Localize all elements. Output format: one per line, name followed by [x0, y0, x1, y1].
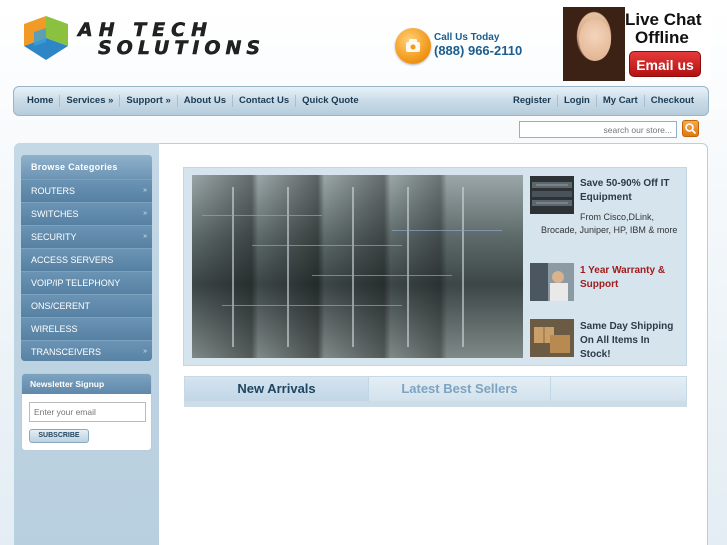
nav-my-cart[interactable]: My Cart — [597, 95, 645, 107]
email-us-button[interactable]: Email us — [629, 51, 701, 77]
nav-account: Register Login My Cart Checkout — [508, 87, 700, 115]
promo-title: Save 50-90% Off IT Equipment — [580, 178, 670, 203]
nav-register[interactable]: Register — [508, 95, 558, 107]
tab-new-arrivals[interactable]: New Arrivals — [185, 377, 368, 401]
promo-description: From Cisco,DLink, Brocade, Juniper, HP, … — [541, 212, 678, 235]
chevron-right-icon: » — [143, 233, 147, 240]
category-access-servers[interactable]: ACCESS SERVERS — [21, 248, 152, 271]
chevron-right-icon: » — [143, 348, 147, 355]
category-label: WIRELESS — [31, 324, 78, 334]
category-label: ACCESS SERVERS — [31, 255, 114, 265]
promo-title: Same Day Shipping On All Items In Stock! — [580, 321, 674, 360]
category-label: ROUTERS — [31, 186, 76, 196]
phone-number[interactable]: (888) 966-2110 — [434, 43, 522, 58]
categories-header: Browse Categories — [21, 155, 152, 179]
newsletter-email-input[interactable] — [29, 402, 146, 422]
logo-cube-icon — [24, 16, 68, 60]
promo-warranty[interactable]: 1 Year Warranty & Support — [528, 258, 685, 312]
category-label: SECURITY — [31, 232, 77, 242]
browse-categories: Browse Categories ROUTERS » SWITCHES » S… — [21, 155, 152, 361]
newsletter-signup: Newsletter Signup SUBSCRIBE — [21, 373, 152, 451]
subscribe-button[interactable]: SUBSCRIBE — [29, 429, 89, 443]
category-wireless[interactable]: WIRELESS — [21, 317, 152, 340]
category-routers[interactable]: ROUTERS » — [21, 179, 152, 202]
tab-latest-best-sellers[interactable]: Latest Best Sellers — [368, 377, 551, 401]
live-chat-widget[interactable]: Live Chat Offline Email us — [563, 7, 711, 81]
datacenter-photo[interactable] — [192, 175, 523, 358]
nav-support[interactable]: Support » — [120, 95, 178, 107]
site-logo[interactable]: AH TECH SOLUTIONS — [20, 12, 290, 64]
main-navbar: Home Services » Support » About Us Conta… — [13, 86, 709, 116]
category-label: VOIP/IP TELEPHONY — [31, 278, 121, 288]
technician-thumbnail — [530, 263, 574, 301]
phone-icon — [395, 28, 431, 64]
category-voip-telephony[interactable]: VOIP/IP TELEPHONY — [21, 271, 152, 294]
logo-text-line2: SOLUTIONS — [98, 37, 266, 59]
nav-quick-quote[interactable]: Quick Quote — [296, 95, 364, 107]
category-ons-cerent[interactable]: ONS/CERENT — [21, 294, 152, 317]
nav-checkout[interactable]: Checkout — [645, 95, 700, 107]
nav-services[interactable]: Services » — [60, 95, 121, 107]
search-input[interactable] — [519, 121, 677, 138]
nav-about-us[interactable]: About Us — [178, 95, 233, 107]
category-security[interactable]: SECURITY » — [21, 225, 152, 248]
promo-title: 1 Year Warranty & Support — [580, 265, 666, 290]
live-chat-title: Live Chat — [625, 10, 702, 29]
promo-shipping[interactable]: Same Day Shipping On All Items In Stock! — [528, 314, 685, 364]
newsletter-header: Newsletter Signup — [22, 374, 151, 394]
site-header: AH TECH SOLUTIONS Call Us Today (888) 96… — [0, 0, 727, 88]
boxes-thumbnail — [530, 319, 574, 357]
promo-discount[interactable]: Save 50-90% Off IT Equipment From Cisco,… — [528, 171, 685, 255]
nav-home[interactable]: Home — [22, 95, 61, 107]
nav-contact-us[interactable]: Contact Us — [233, 95, 297, 107]
product-tabs: New Arrivals Latest Best Sellers — [184, 376, 687, 407]
search-button[interactable] — [682, 120, 699, 137]
search-icon — [685, 123, 697, 135]
network-switch-thumbnail — [530, 176, 574, 214]
category-switches[interactable]: SWITCHES » — [21, 202, 152, 225]
nav-login[interactable]: Login — [558, 95, 597, 107]
category-label: ONS/CERENT — [31, 301, 91, 311]
call-us-label: Call Us Today — [434, 32, 500, 43]
live-chat-status: Offline — [635, 28, 689, 47]
chevron-right-icon: » — [143, 210, 147, 217]
chevron-right-icon: » — [143, 187, 147, 194]
nav-primary: Home Services » Support » About Us Conta… — [22, 87, 365, 115]
category-transceivers[interactable]: TRANSCEIVERS » — [21, 340, 152, 361]
category-label: SWITCHES — [31, 209, 79, 219]
category-label: TRANSCEIVERS — [31, 347, 102, 357]
